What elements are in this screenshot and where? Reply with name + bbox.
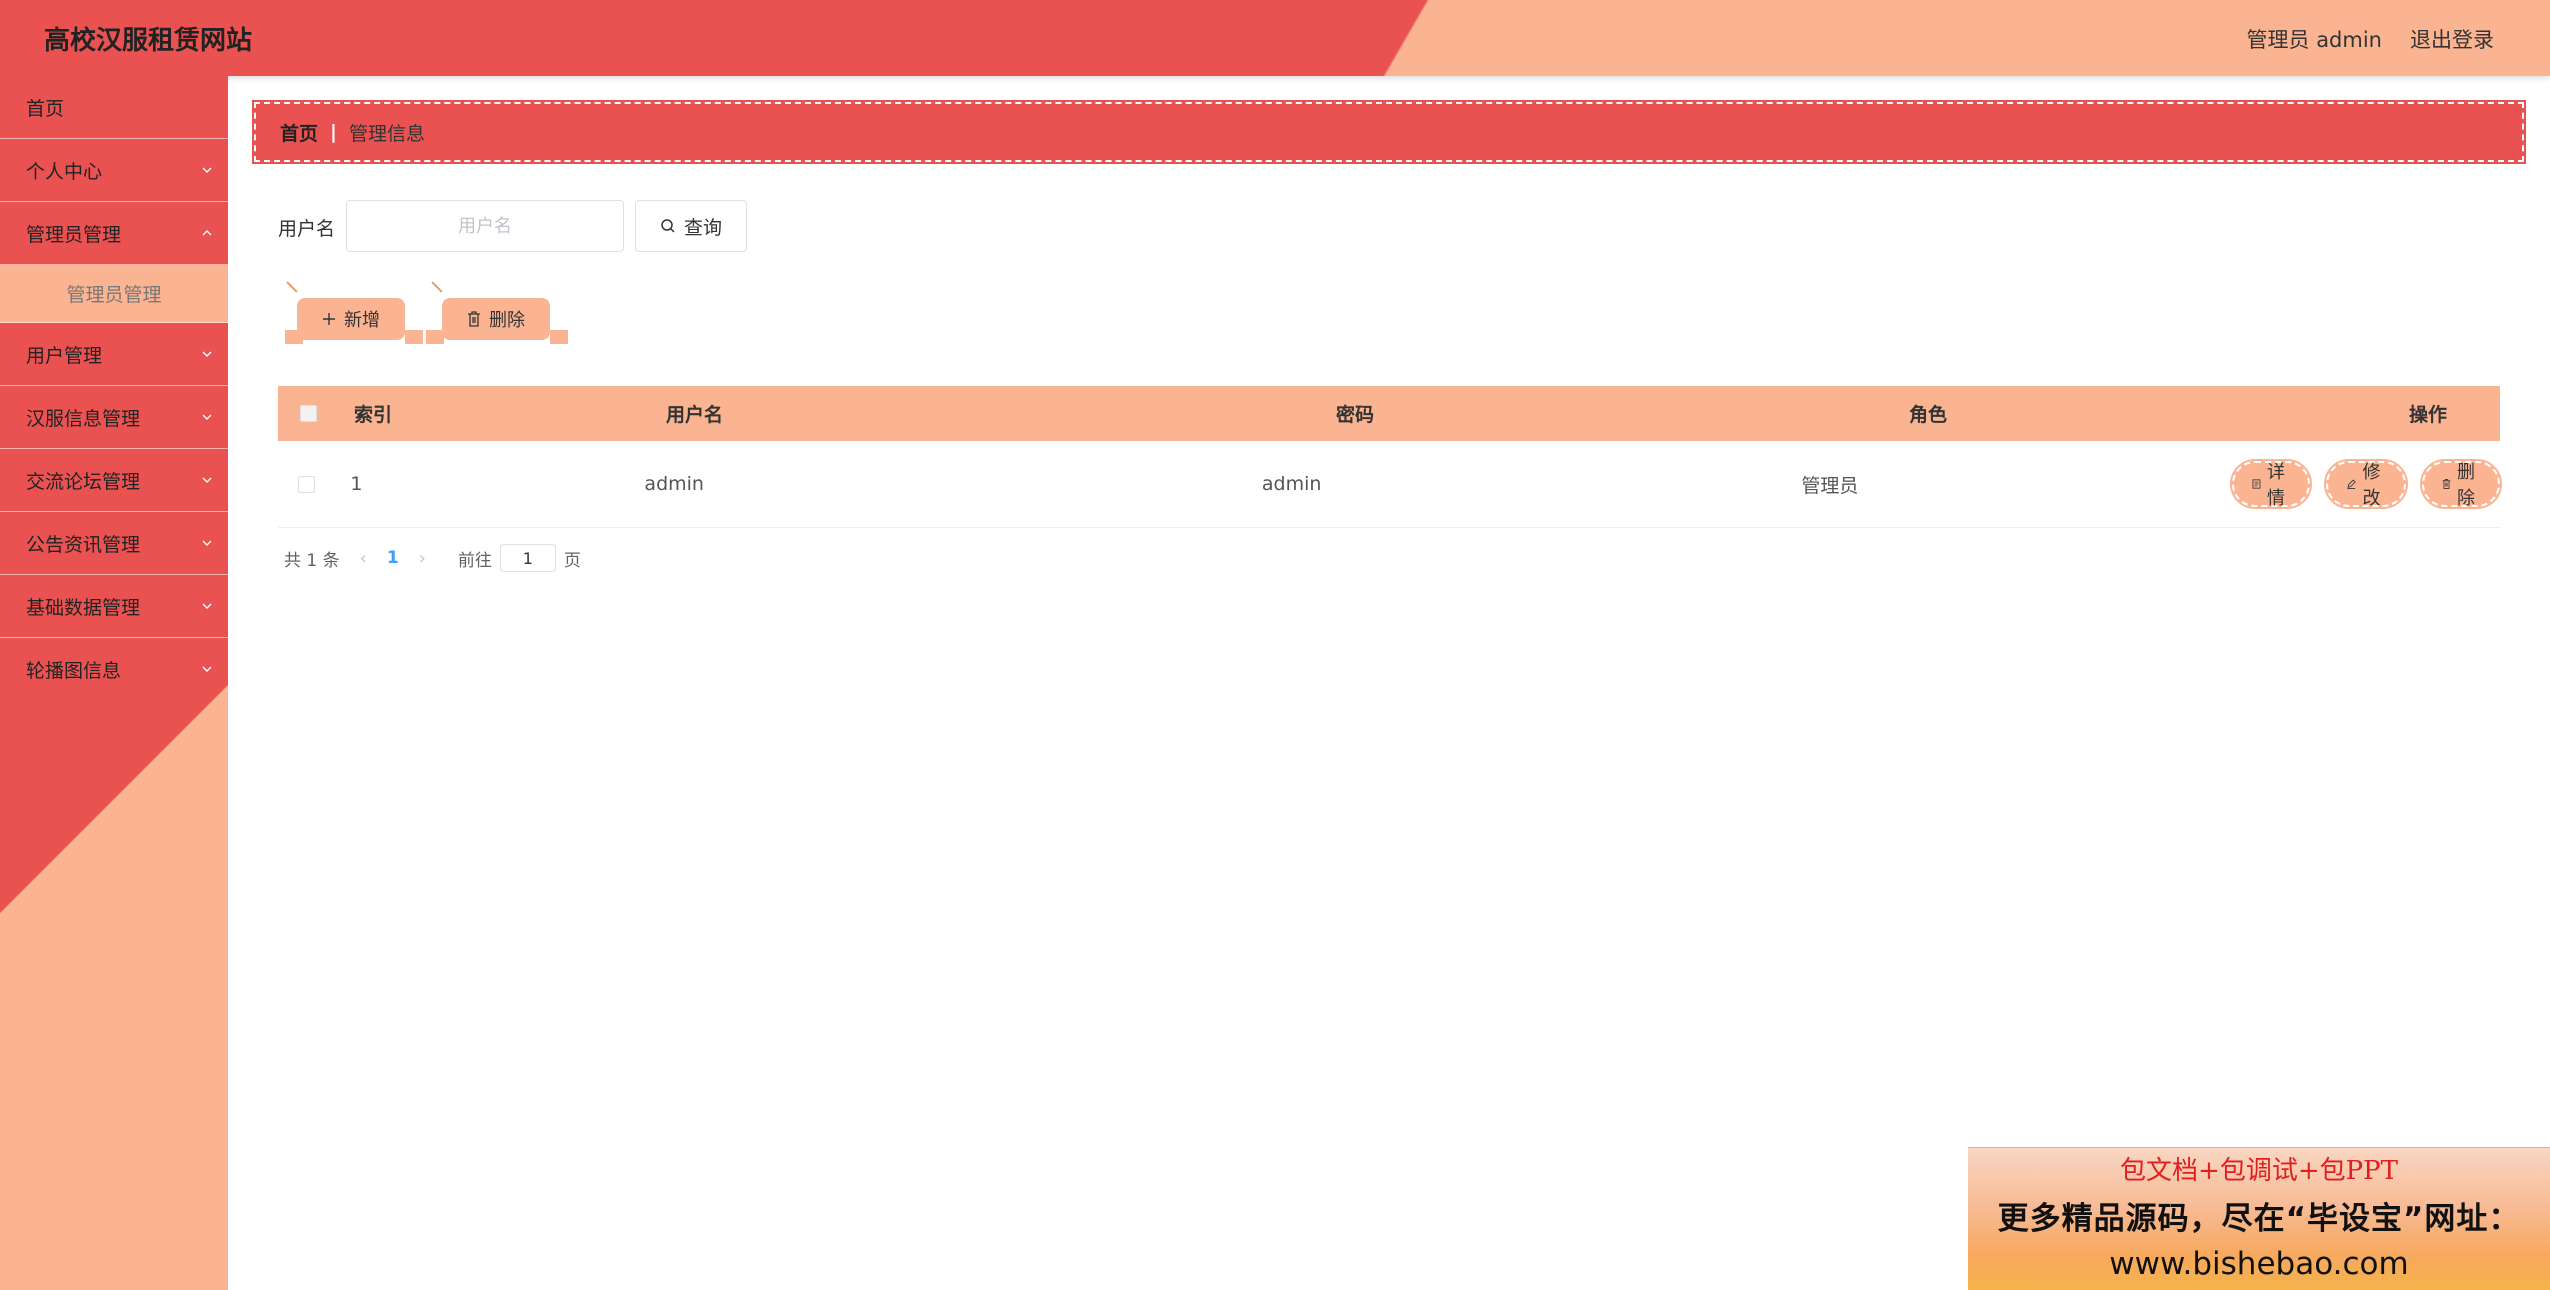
button-decoration: [426, 330, 444, 344]
column-header-password: 密码: [1335, 404, 1374, 426]
sidebar-item-personal-center[interactable]: 个人中心: [0, 139, 228, 202]
plus-icon: [323, 313, 335, 325]
table-row: 1 admin admin 管理员 详情 修改 删除: [278, 441, 2502, 528]
button-decoration: [285, 330, 303, 344]
add-button-label: 新增: [344, 310, 380, 331]
table-header: 索引 用户名 密码 角色 操作: [278, 386, 2500, 441]
sidebar-item-forum[interactable]: 交流论坛管理: [0, 449, 228, 512]
chevron-up-icon: [202, 230, 212, 236]
sidebar-item-admin-management[interactable]: 管理员管理: [0, 202, 228, 265]
row-delete-button-label: 删除: [2456, 462, 2475, 509]
sidebar-item-label: 基础数据管理: [26, 596, 141, 619]
trash-icon: [468, 311, 480, 327]
pagination-page-suffix: 页: [563, 550, 581, 571]
chevron-down-icon: [202, 540, 212, 546]
sidebar-item-label: 轮播图信息: [26, 660, 122, 682]
pagination-page-current[interactable]: 1: [387, 548, 399, 568]
sidebar-item-label: 公告资讯管理: [26, 533, 141, 556]
sidebar-item-label: 汉服信息管理: [26, 407, 141, 430]
button-decoration: [431, 281, 443, 293]
chevron-right-icon[interactable]: ›: [419, 548, 426, 569]
top-header: 高校汉服租赁网站 管理员 admin 退出登录: [0, 0, 2550, 76]
sidebar-item-base-data[interactable]: 基础数据管理: [0, 575, 228, 638]
sidebar-item-label: 首页: [26, 97, 65, 120]
sidebar-item-home[interactable]: 首页: [0, 76, 228, 139]
search-icon: [661, 219, 675, 233]
detail-button[interactable]: 详情: [2230, 459, 2312, 509]
column-header-role: 角色: [1908, 404, 1947, 426]
sidebar-item-label: 用户管理: [26, 344, 103, 367]
button-decoration: [550, 330, 568, 344]
search-label: 用户名: [278, 218, 336, 240]
cell-password: admin: [1261, 473, 1322, 495]
main-content: 首页 | 管理信息 用户名 查询 新增 删除 索引 用户名: [228, 76, 2550, 1290]
sidebar-subitem-admin-management[interactable]: 管理员管理: [0, 265, 228, 323]
detail-button-label: 详情: [2266, 462, 2285, 509]
delete-button[interactable]: 删除: [426, 281, 568, 344]
breadcrumb-current: 管理信息: [348, 122, 425, 145]
current-user-label: 管理员 admin: [2246, 28, 2382, 52]
chevron-down-icon: [202, 414, 212, 420]
button-decoration: [405, 330, 423, 344]
breadcrumb-home[interactable]: 首页: [280, 119, 318, 146]
chevron-down-icon: [202, 666, 212, 672]
chevron-down-icon: [202, 477, 212, 483]
logout-link[interactable]: 退出登录: [2410, 24, 2494, 54]
column-header-actions: 操作: [2408, 404, 2447, 426]
column-header-index: 索引: [354, 404, 393, 426]
cell-role: 管理员: [1801, 474, 1859, 497]
watermark-line1: 包文档+包调试+包PPT: [2120, 1156, 2398, 1186]
breadcrumb: 首页 | 管理信息: [252, 100, 2526, 164]
admin-table: 索引 用户名 密码 角色 操作 1 admin admin 管理员 详情 修改 …: [278, 386, 2502, 528]
pagination-total: 共 1 条: [284, 550, 340, 571]
promo-watermark: 包文档+包调试+包PPT 更多精品源码，尽在“毕设宝”网址： www.bishe…: [1968, 1147, 2550, 1290]
document-icon: [2252, 479, 2261, 489]
edit-button-label: 修改: [2362, 462, 2381, 509]
sidebar-item-hanfu-info[interactable]: 汉服信息管理: [0, 386, 228, 449]
sidebar: 首页 个人中心 管理员管理 管理员管理 用户管理 汉服信息管理 交流论坛管理 公…: [0, 76, 228, 1290]
edit-button[interactable]: 修改: [2324, 459, 2408, 509]
chevron-down-icon: [202, 167, 212, 173]
query-button[interactable]: 查询: [635, 200, 747, 252]
query-button-label: 查询: [683, 216, 722, 239]
sidebar-item-label: 个人中心: [26, 160, 103, 183]
site-title: 高校汉服租赁网站: [44, 26, 253, 56]
sidebar-item-label: 管理员管理: [26, 223, 122, 246]
cell-index: 1: [350, 473, 363, 495]
edit-icon: [2347, 479, 2356, 490]
pagination-goto-label: 前往: [457, 550, 492, 571]
pagination-goto-input[interactable]: [499, 544, 556, 572]
pagination: 共 1 条 ‹ 1 › 前往 页: [284, 544, 581, 572]
delete-button-label: 删除: [489, 310, 525, 331]
pagination-goto: 前往 页: [458, 544, 581, 572]
sidebar-item-user-management[interactable]: 用户管理: [0, 323, 228, 386]
sidebar-item-announcements[interactable]: 公告资讯管理: [0, 512, 228, 575]
sidebar-subitem-label: 管理员管理: [66, 284, 162, 306]
watermark-line3: www.bishebao.com: [2109, 1246, 2409, 1282]
watermark-line2: 更多精品源码，尽在“毕设宝”网址：: [1997, 1201, 2521, 1237]
select-all-checkbox[interactable]: [299, 405, 317, 422]
sidebar-item-label: 交流论坛管理: [26, 470, 141, 493]
cell-actions: 详情 修改 删除: [2230, 459, 2502, 509]
username-search-input[interactable]: [346, 200, 624, 252]
row-checkbox[interactable]: [297, 475, 315, 493]
chevron-down-icon: [202, 351, 212, 357]
button-decoration: [286, 281, 298, 293]
chevron-down-icon: [202, 603, 212, 609]
add-button[interactable]: 新增: [285, 281, 423, 344]
chevron-left-icon[interactable]: ‹: [360, 548, 367, 569]
trash-icon: [2442, 479, 2451, 489]
sidebar-item-carousel[interactable]: 轮播图信息: [0, 638, 228, 701]
row-delete-button[interactable]: 删除: [2420, 459, 2502, 509]
breadcrumb-separator: |: [330, 121, 337, 143]
column-header-username: 用户名: [666, 404, 724, 426]
cell-username: admin: [644, 473, 704, 495]
